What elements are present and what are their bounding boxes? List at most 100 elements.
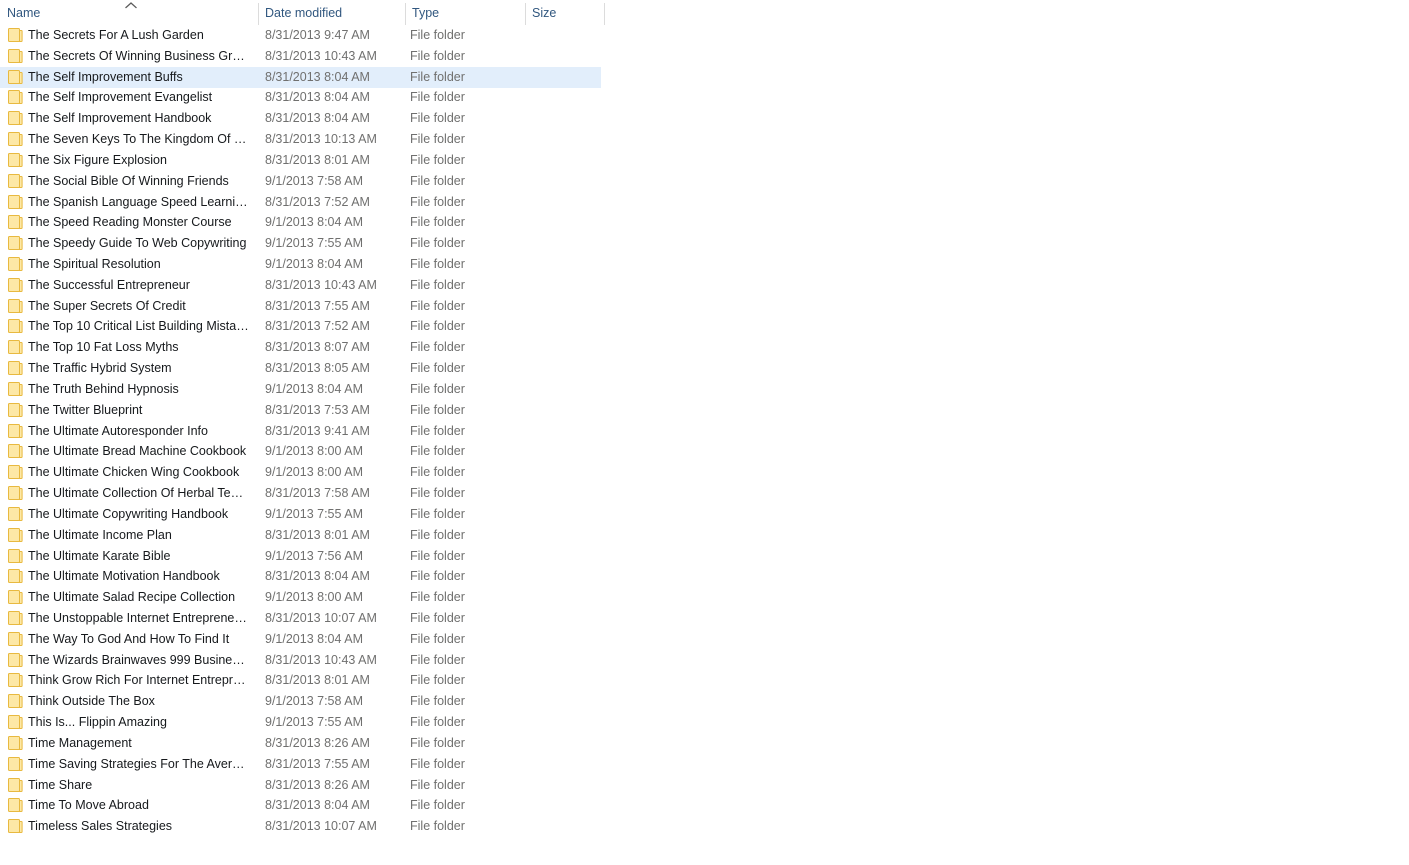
file-list-row[interactable]: Time To Move Abroad 8/31/2013 8:04 AM File… [0, 795, 601, 816]
file-name: The Spanish Language Speed Learning C... [28, 194, 250, 209]
column-header-date-modified[interactable]: Date modified [258, 0, 405, 26]
file-date-modified: 8/31/2013 10:07 AM [265, 819, 377, 834]
file-type: File folder [410, 631, 465, 646]
file-list-row[interactable]: The Spanish Language Speed Learning C...… [0, 192, 601, 213]
file-list-row[interactable]: The Truth Behind Hypnosis 9/1/2013 8:04 A… [0, 379, 601, 400]
file-size [530, 795, 600, 816]
file-date-modified: 8/31/2013 10:43 AM [265, 277, 377, 292]
column-header-size[interactable]: Size [525, 0, 604, 26]
file-name: The Ultimate Karate Bible [28, 548, 171, 563]
file-list-row[interactable]: The Self Improvement Evangelist 8/31/2013… [0, 87, 601, 108]
file-list-row[interactable]: The Ultimate Karate Bible 9/1/2013 7:56 A… [0, 546, 601, 567]
file-name: The Unstoppable Internet Entrepreneur ..… [28, 610, 250, 625]
file-date-modified: 8/31/2013 7:58 AM [265, 486, 370, 501]
file-name: The Self Improvement Handbook [28, 111, 212, 126]
file-list-row[interactable]: This Is... Flippin Amazing 9/1/2013 7:55 … [0, 712, 601, 733]
folder-icon [8, 132, 23, 147]
file-list-row[interactable]: The Ultimate Income Plan 8/31/2013 8:01 A… [0, 525, 601, 546]
folder-icon [8, 777, 23, 792]
file-type: File folder [410, 28, 465, 42]
folder-icon [8, 756, 23, 771]
file-list-row[interactable]: The Successful Entrepreneur 8/31/2013 10:… [0, 275, 601, 296]
file-name: The Truth Behind Hypnosis [28, 381, 179, 396]
file-list-row[interactable]: The Top 10 Fat Loss Myths 8/31/2013 8:07 … [0, 337, 601, 358]
file-name: The Ultimate Chicken Wing Cookbook [28, 465, 240, 480]
file-list-row[interactable]: The Seven Keys To The Kingdom Of Netw...… [0, 129, 601, 150]
file-list-row[interactable]: The Self Improvement Buffs 8/31/2013 8:04… [0, 66, 601, 88]
file-list-row[interactable]: The Ultimate Bread Machine Cookbook 9/1/2… [0, 441, 601, 462]
file-type: File folder [410, 111, 465, 126]
file-list-row[interactable]: Think Outside The Box 9/1/2013 7:58 AM Fil… [0, 691, 601, 712]
file-list-row[interactable]: The Speed Reading Monster Course 9/1/2013… [0, 212, 601, 233]
file-list-row[interactable]: The Spiritual Resolution 9/1/2013 8:04 AM… [0, 254, 601, 275]
file-size [530, 629, 600, 650]
file-type: File folder [410, 486, 465, 501]
file-date-modified: 9/1/2013 8:04 AM [265, 257, 363, 272]
file-list-row[interactable]: Time Saving Strategies For The Average G… [0, 754, 601, 775]
file-list-row[interactable]: The Ultimate Copywriting Handbook 9/1/201… [0, 504, 601, 525]
file-name: The Super Secrets Of Credit [28, 298, 186, 313]
file-date-modified: 8/31/2013 7:53 AM [265, 402, 370, 417]
file-size [530, 754, 600, 775]
file-size [530, 358, 600, 379]
file-date-modified: 8/31/2013 10:07 AM [265, 610, 377, 625]
file-type: File folder [410, 423, 465, 438]
file-size [530, 650, 600, 671]
file-size [530, 483, 600, 504]
file-type: File folder [410, 506, 465, 521]
file-list-row[interactable]: Time Share 8/31/2013 8:26 AM File folder [0, 775, 601, 796]
file-name: Think Outside The Box [28, 694, 155, 709]
folder-icon [8, 381, 23, 396]
file-type: File folder [410, 277, 465, 292]
file-list-row[interactable]: The Secrets For A Lush Garden 8/31/2013 9… [0, 25, 601, 46]
file-type: File folder [410, 819, 465, 834]
file-size [530, 775, 600, 796]
folder-icon [8, 257, 23, 272]
file-list-row[interactable]: Think Grow Rich For Internet Entrepreneu… [0, 670, 601, 691]
folder-icon [8, 28, 23, 42]
file-date-modified: 8/31/2013 9:41 AM [265, 423, 370, 438]
file-size [530, 670, 600, 691]
file-list-row[interactable]: The Ultimate Collection Of Herbal Tea Re… [0, 483, 601, 504]
file-type: File folder [410, 215, 465, 230]
file-list-row[interactable]: The Ultimate Chicken Wing Cookbook 9/1/20… [0, 462, 601, 483]
file-list-row[interactable]: The Traffic Hybrid System 8/31/2013 8:05 … [0, 358, 601, 379]
file-name: The Ultimate Collection Of Herbal Tea Re… [28, 486, 250, 501]
file-list-row[interactable]: The Social Bible Of Winning Friends 9/1/2… [0, 171, 601, 192]
file-list-row[interactable]: The Unstoppable Internet Entrepreneur ..… [0, 608, 601, 629]
file-date-modified: 8/31/2013 10:13 AM [265, 132, 377, 147]
file-name: Time To Move Abroad [28, 798, 149, 813]
file-type: File folder [410, 173, 465, 188]
folder-icon [8, 277, 23, 292]
file-list-row[interactable]: The Super Secrets Of Credit 8/31/2013 7:5… [0, 296, 601, 317]
folder-icon [8, 819, 23, 834]
file-list-row[interactable]: The Wizards Brainwaves 999 Business Idea… [0, 650, 601, 671]
file-name: Timeless Sales Strategies [28, 819, 173, 834]
file-list-row[interactable]: The Ultimate Motivation Handbook 8/31/201… [0, 566, 601, 587]
file-date-modified: 8/31/2013 8:04 AM [265, 798, 370, 813]
column-header-name-label: Name [7, 6, 41, 20]
file-list-row[interactable]: The Ultimate Autoresponder Info 8/31/2013… [0, 421, 601, 442]
file-name: The Ultimate Autoresponder Info [28, 423, 208, 438]
file-list-row[interactable]: The Ultimate Salad Recipe Collection 9/1/… [0, 587, 601, 608]
column-header-type[interactable]: Type [405, 0, 525, 26]
file-list-row[interactable]: Timeless Sales Strategies 8/31/2013 10:07… [0, 816, 601, 837]
file-date-modified: 8/31/2013 10:43 AM [265, 652, 377, 667]
folder-icon [8, 527, 23, 542]
file-list-row[interactable]: The Six Figure Explosion 8/31/2013 8:01 A… [0, 150, 601, 171]
file-explorer-window: Name Date modified Type Size The Secrets… [0, 0, 1409, 865]
folder-icon [8, 361, 23, 376]
file-list-row[interactable]: The Self Improvement Handbook 8/31/2013 8… [0, 108, 601, 129]
folder-icon [8, 610, 23, 625]
file-date-modified: 8/31/2013 9:47 AM [265, 28, 370, 42]
file-list-row[interactable]: The Way To God And How To Find It 9/1/201… [0, 629, 601, 650]
column-divider-size-end[interactable] [604, 3, 605, 25]
file-list-row[interactable]: The Speedy Guide To Web Copywriting 9/1/2… [0, 233, 601, 254]
file-list-row[interactable]: The Top 10 Critical List Building Mistak… [0, 316, 601, 337]
file-list-row[interactable]: The Secrets Of Winning Business Grants 8/… [0, 46, 601, 67]
file-list-row[interactable]: Time Management 8/31/2013 8:26 AM File fol… [0, 733, 601, 754]
file-list-row[interactable]: The Twitter Blueprint 8/31/2013 7:53 AM Fi… [0, 400, 601, 421]
column-header-size-label: Size [532, 6, 557, 20]
file-date-modified: 8/31/2013 8:01 AM [265, 527, 370, 542]
file-type: File folder [410, 402, 465, 417]
